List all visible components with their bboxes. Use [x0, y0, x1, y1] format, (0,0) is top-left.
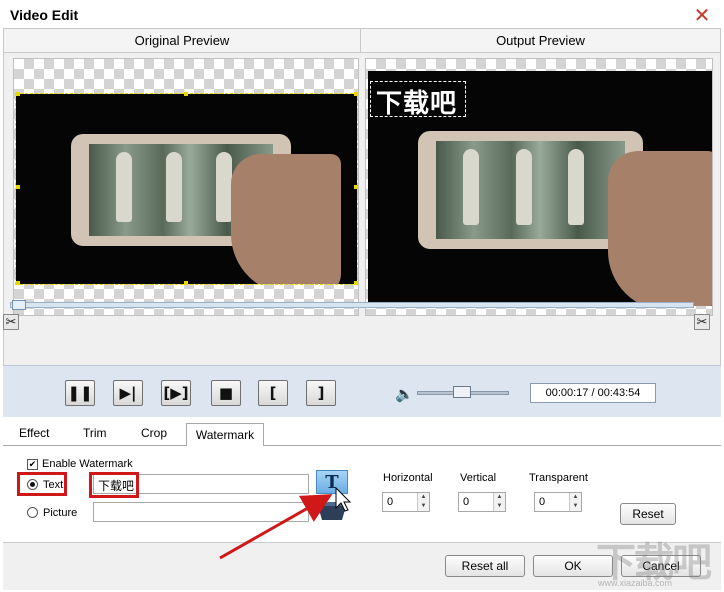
crop-handle-r[interactable]: [354, 185, 358, 189]
preview-frame: Original Preview Output Preview 下载吧: [3, 28, 721, 416]
pause-icon[interactable]: ❚❚: [65, 380, 95, 406]
title-bar: Video Edit ✕: [0, 0, 724, 30]
timeline-thumb[interactable]: [12, 300, 26, 310]
vertical-label: Vertical: [460, 472, 497, 484]
horizontal-spinner[interactable]: 0 ▲ ▼: [382, 492, 430, 512]
spinner-arrows-icon[interactable]: ▲ ▼: [569, 493, 581, 511]
transparent-spinner[interactable]: 0 ▲ ▼: [534, 492, 582, 512]
volume-icon[interactable]: 🔈: [395, 385, 414, 403]
text-radio-label: Text: [43, 479, 64, 491]
watermark-overlay-text[interactable]: 下载吧: [376, 83, 457, 120]
transparent-label: Transparent: [529, 472, 588, 484]
scissors-icon[interactable]: ✂: [3, 314, 19, 330]
step-icon[interactable]: [▶]: [161, 380, 191, 406]
original-preview-canvas[interactable]: [13, 58, 359, 316]
tab-bar: Effect Trim Crop Watermark: [3, 418, 721, 447]
mark-out-icon[interactable]: ]: [306, 380, 336, 406]
enable-watermark-label: Enable Watermark: [42, 458, 133, 470]
timecode-display: 00:00:17 / 00:43:54: [530, 383, 656, 403]
close-icon[interactable]: ✕: [690, 4, 714, 27]
output-video-frame: 下载吧: [368, 71, 712, 306]
playback-controls: ❚❚ ▶| [▶] ■ [ ] 🔈 00:00:17 / 00:43:54: [3, 365, 721, 417]
output-preview-header: Output Preview: [361, 29, 720, 53]
reset-all-button[interactable]: Reset all: [445, 555, 525, 577]
original-video-frame[interactable]: [15, 93, 358, 285]
volume-thumb[interactable]: [453, 386, 471, 398]
reset-button[interactable]: Reset: [620, 503, 676, 525]
crop-handle-b[interactable]: [184, 281, 188, 285]
text-font-button[interactable]: T: [316, 470, 348, 494]
text-input-highlight: [89, 472, 139, 498]
picture-browse-icon[interactable]: [316, 500, 348, 522]
spinner-arrows-icon[interactable]: ▲ ▼: [417, 493, 429, 511]
tab-effect[interactable]: Effect: [19, 426, 49, 440]
text-radio[interactable]: [27, 479, 38, 490]
tab-watermark[interactable]: Watermark: [186, 423, 264, 447]
crop-handle-bl[interactable]: [16, 281, 20, 285]
next-frame-icon[interactable]: ▶|: [113, 380, 143, 406]
crop-handle-br[interactable]: [354, 281, 358, 285]
crop-handle-tr[interactable]: [354, 92, 358, 96]
crop-handle-t[interactable]: [184, 92, 188, 96]
site-url: www.xiazaiba.com: [598, 578, 673, 588]
mark-in-icon[interactable]: [: [258, 380, 288, 406]
horizontal-label: Horizontal: [383, 472, 433, 484]
transparent-value[interactable]: 0: [539, 496, 545, 508]
watermark-picture-input[interactable]: [93, 502, 309, 522]
picture-radio[interactable]: [27, 507, 38, 518]
crop-handle-l[interactable]: [16, 185, 20, 189]
tab-crop[interactable]: Crop: [141, 426, 167, 440]
window-title: Video Edit: [10, 7, 79, 23]
watermark-panel: ✔ Enable Watermark Text 下载吧 T Picture Ho…: [3, 446, 721, 542]
enable-watermark-checkbox[interactable]: ✔: [27, 459, 38, 470]
original-preview-header: Original Preview: [4, 29, 361, 53]
vertical-spinner[interactable]: 0 ▲ ▼: [458, 492, 506, 512]
stop-icon[interactable]: ■: [211, 380, 241, 406]
horizontal-value[interactable]: 0: [387, 496, 393, 508]
crop-handle-tl[interactable]: [16, 92, 20, 96]
spinner-arrows-icon[interactable]: ▲ ▼: [493, 493, 505, 511]
tab-trim[interactable]: Trim: [83, 426, 107, 440]
timeline-track[interactable]: [10, 302, 694, 308]
hand-image: [231, 154, 341, 284]
output-preview-canvas: 下载吧: [365, 58, 713, 316]
hand-image: [608, 151, 712, 306]
scissors-icon[interactable]: ✂: [694, 314, 710, 330]
picture-radio-label: Picture: [43, 507, 78, 519]
vertical-value[interactable]: 0: [463, 496, 469, 508]
